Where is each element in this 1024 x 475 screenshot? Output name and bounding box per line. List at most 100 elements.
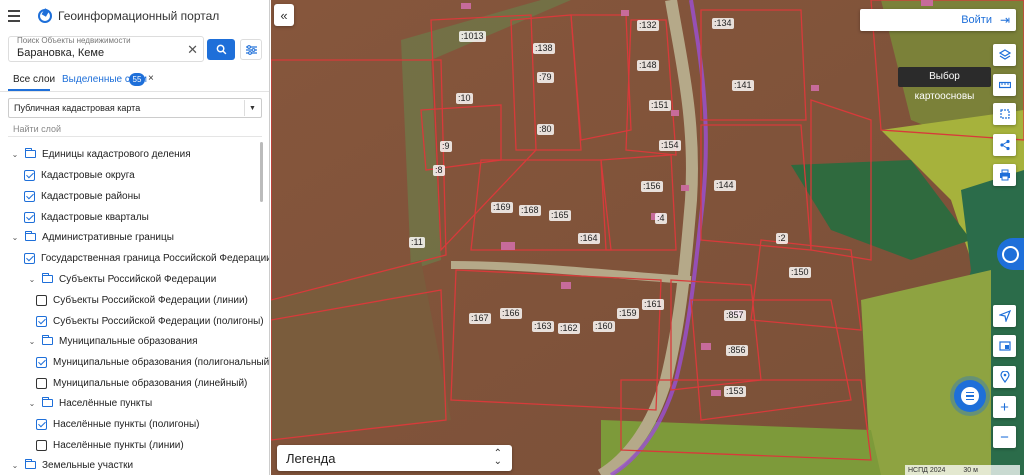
parcel-label[interactable]: :10 bbox=[456, 93, 473, 104]
parcel-label[interactable]: :134 bbox=[712, 18, 734, 29]
tree-layer-item[interactable]: Муниципальные образования (линейный) bbox=[36, 373, 247, 393]
portal-icon bbox=[1002, 245, 1019, 263]
chevron-down-icon[interactable]: ⌄ bbox=[10, 233, 20, 242]
search-button[interactable] bbox=[207, 39, 235, 60]
search-input[interactable] bbox=[17, 46, 187, 60]
parcel-label[interactable]: :156 bbox=[641, 181, 663, 192]
parcel-label[interactable]: :160 bbox=[593, 321, 615, 332]
tree-folder[interactable]: ⌄ Муниципальные образования bbox=[27, 331, 198, 351]
parcel-label[interactable]: :154 bbox=[659, 140, 681, 151]
layer-checkbox[interactable] bbox=[36, 439, 47, 451]
layers-icon bbox=[998, 49, 1011, 60]
parcel-label[interactable]: :144 bbox=[714, 180, 736, 191]
search-icon bbox=[216, 44, 226, 55]
parcel-label[interactable]: :132 bbox=[637, 20, 659, 31]
tree-item-label: Субъекты Российской Федерации (линии) bbox=[53, 294, 248, 306]
tree-layer-item[interactable]: Субъекты Российской Федерации (полигоны) bbox=[36, 311, 264, 331]
layer-checkbox[interactable] bbox=[36, 294, 47, 306]
parcel-label[interactable]: :167 bbox=[469, 313, 491, 324]
parcel-label[interactable]: :150 bbox=[789, 267, 811, 278]
chevron-down-icon[interactable]: ⌄ bbox=[27, 337, 37, 346]
pin-button[interactable] bbox=[993, 366, 1016, 388]
sidebar-panel: Геоинформационный портал Поиск Объекты н… bbox=[0, 0, 270, 475]
tree-layer-item[interactable]: Государственная граница Российской Федер… bbox=[24, 248, 269, 268]
layer-checkbox[interactable] bbox=[36, 356, 47, 368]
parcel-label[interactable]: :165 bbox=[549, 210, 571, 221]
tree-layer-item[interactable]: Кадастровые кварталы bbox=[24, 207, 149, 227]
tree-folder[interactable]: ⌄ Субъекты Российской Федерации bbox=[27, 269, 216, 289]
folder-icon bbox=[25, 459, 36, 469]
parcel-label[interactable]: :162 bbox=[558, 323, 580, 334]
layers-button[interactable] bbox=[993, 44, 1016, 66]
hamburger-icon[interactable] bbox=[8, 8, 24, 24]
close-icon[interactable]: ✕ bbox=[187, 43, 198, 56]
login-button[interactable]: Войти ⇥ bbox=[860, 9, 1016, 31]
filter-button[interactable] bbox=[240, 39, 262, 60]
chevron-down-icon[interactable]: ⌄ bbox=[27, 399, 37, 408]
parcel-label[interactable]: :9 bbox=[440, 141, 452, 152]
layer-checkbox[interactable] bbox=[24, 252, 35, 264]
layer-checkbox[interactable] bbox=[36, 377, 47, 389]
zoom-out-button[interactable]: − bbox=[993, 426, 1016, 448]
chevron-down-icon[interactable]: ⌄ bbox=[27, 275, 37, 284]
parcel-label[interactable]: :148 bbox=[637, 60, 659, 71]
layer-checkbox[interactable] bbox=[24, 169, 35, 181]
share-button[interactable] bbox=[993, 134, 1016, 156]
chevron-down-icon[interactable]: ▼ bbox=[244, 100, 260, 116]
tree-layer-item[interactable]: Субъекты Российской Федерации (линии) bbox=[36, 290, 248, 310]
side-panel-tab[interactable] bbox=[997, 238, 1024, 270]
chevron-down-icon[interactable]: ⌄ bbox=[10, 150, 20, 159]
parcel-label[interactable]: :8 bbox=[433, 165, 445, 176]
legend-dropdown[interactable]: Легенда ⌃ ⌄ bbox=[277, 445, 512, 471]
parcel-label[interactable]: :169 bbox=[491, 202, 513, 213]
compare-button[interactable] bbox=[993, 335, 1016, 357]
tree-scrollbar[interactable] bbox=[260, 142, 263, 202]
find-layer-input[interactable]: Найти слой bbox=[13, 124, 61, 134]
tree-layer-item[interactable]: Кадастровые округа bbox=[24, 165, 135, 185]
parcel-label[interactable]: :80 bbox=[537, 124, 554, 135]
locate-button[interactable] bbox=[993, 305, 1016, 327]
parcel-label[interactable]: :153 bbox=[724, 386, 746, 397]
parcel-label[interactable]: :161 bbox=[642, 299, 664, 310]
parcel-label[interactable]: :857 bbox=[724, 310, 746, 321]
zoom-in-button[interactable]: + bbox=[993, 396, 1016, 418]
tree-layer-item[interactable]: Муниципальные образования (полигональный… bbox=[36, 352, 269, 372]
parcel-label[interactable]: :151 bbox=[649, 100, 671, 111]
parcel-label[interactable]: :159 bbox=[617, 308, 639, 319]
search-field[interactable]: Поиск Объекты недвижимости ✕ bbox=[8, 36, 204, 62]
parcel-label[interactable]: :164 bbox=[578, 233, 600, 244]
tab-all-layers[interactable]: Все слои bbox=[13, 74, 55, 85]
select-area-button[interactable] bbox=[993, 103, 1016, 125]
parcel-label[interactable]: :1013 bbox=[459, 31, 486, 42]
ruler-button[interactable] bbox=[993, 74, 1016, 96]
layer-checkbox[interactable] bbox=[36, 315, 47, 327]
tree-folder[interactable]: ⌄ Населённые пункты bbox=[27, 393, 152, 413]
basemap-select[interactable]: Публичная кадастровая карта ▼ bbox=[8, 98, 262, 118]
tree-folder[interactable]: ⌄ Земельные участки bbox=[10, 455, 133, 475]
parcel-label[interactable]: :79 bbox=[537, 72, 554, 83]
parcel-label[interactable]: :163 bbox=[532, 321, 554, 332]
layer-checkbox[interactable] bbox=[36, 418, 47, 430]
layer-checkbox[interactable] bbox=[24, 190, 35, 202]
select-area-icon bbox=[999, 109, 1010, 119]
tree-layer-item[interactable]: Населённые пункты (полигоны) bbox=[36, 414, 200, 434]
tree-layer-item[interactable]: Кадастровые районы bbox=[24, 186, 140, 206]
tree-layer-item[interactable]: Населённые пункты (линии) bbox=[36, 435, 184, 455]
parcel-label[interactable]: :138 bbox=[533, 43, 555, 54]
tree-folder[interactable]: ⌄ Административные границы bbox=[10, 227, 174, 247]
parcel-label[interactable]: :141 bbox=[732, 80, 754, 91]
parcel-label[interactable]: :2 bbox=[776, 233, 788, 244]
chevron-down-icon[interactable]: ⌄ bbox=[10, 461, 20, 470]
chat-button[interactable] bbox=[954, 380, 986, 412]
parcel-label[interactable]: :166 bbox=[500, 308, 522, 319]
layer-checkbox[interactable] bbox=[24, 211, 35, 223]
layer-tabs: Все слои Выделенные слои 55 × bbox=[0, 66, 269, 92]
parcel-label[interactable]: :11 bbox=[409, 237, 425, 248]
print-button[interactable] bbox=[993, 164, 1016, 186]
parcel-label[interactable]: :4 bbox=[655, 213, 667, 224]
parcel-label[interactable]: :168 bbox=[519, 205, 541, 216]
clear-selection-icon[interactable]: × bbox=[148, 73, 154, 84]
tree-folder[interactable]: ⌄ Единицы кадастрового деления bbox=[10, 144, 191, 164]
double-chevron-left-icon[interactable]: « bbox=[274, 4, 294, 26]
parcel-label[interactable]: :856 bbox=[726, 345, 748, 356]
